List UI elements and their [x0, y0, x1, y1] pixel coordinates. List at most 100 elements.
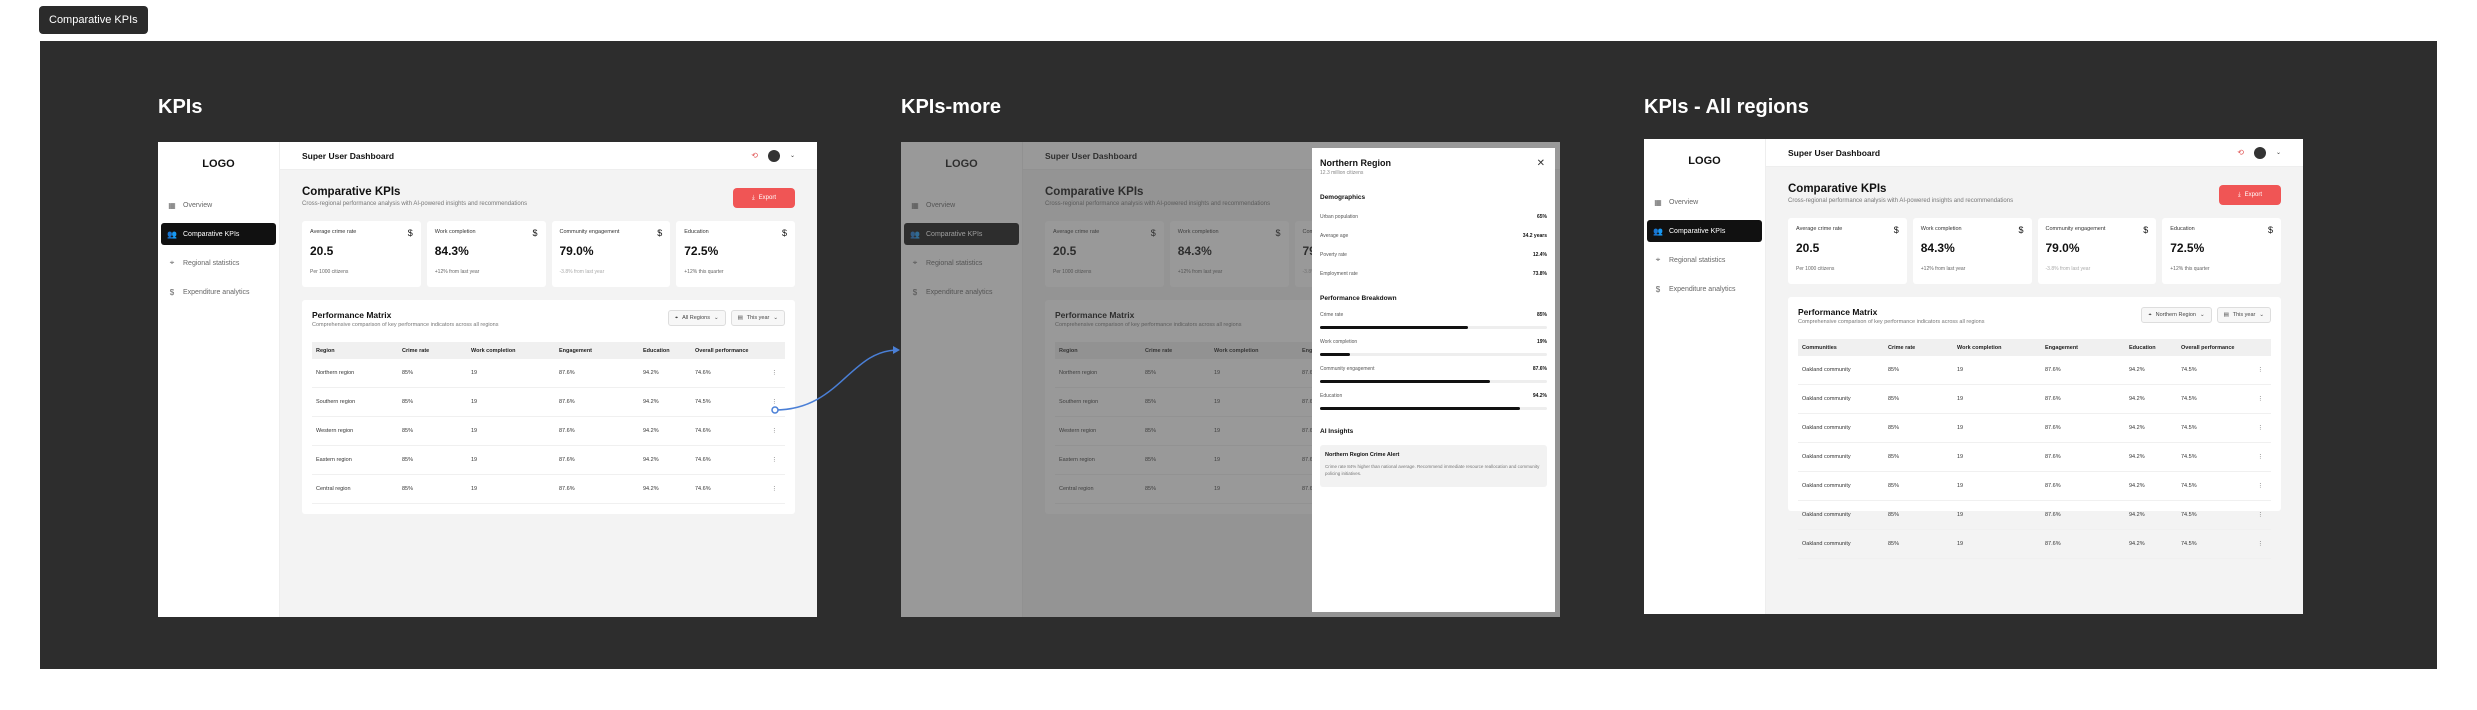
more-options-icon[interactable]: ⋮: [2249, 425, 2271, 431]
table-cell: 87.6%: [559, 428, 575, 434]
kpi-label: Work completion: [434, 229, 476, 235]
chevron-down-icon[interactable]: ⌄: [790, 152, 795, 159]
more-options-icon[interactable]: ⋮: [2249, 396, 2271, 402]
sidebar-item[interactable]: ▦ Overview: [1647, 191, 1762, 213]
column-header[interactable]: Education: [2125, 345, 2177, 351]
export-label: Export: [2244, 192, 2262, 198]
sidebar-item[interactable]: ⌖ Regional statistics: [161, 252, 276, 274]
column-header[interactable]: Crime rate: [398, 348, 467, 354]
column-header[interactable]: Region: [312, 348, 398, 354]
more-options-icon[interactable]: ⋮: [763, 457, 785, 463]
table-cell: Oakland community: [1802, 425, 1851, 431]
table-cell: 94.2%: [643, 370, 659, 376]
period-filter[interactable]: ▤ This year ⌄: [2216, 307, 2271, 323]
more-options-icon[interactable]: ⋮: [2249, 541, 2271, 547]
table-cell: 74.5%: [2181, 483, 2197, 489]
dollar-icon: $: [657, 228, 663, 238]
period-filter[interactable]: ▤ This year ⌄: [730, 310, 785, 326]
more-options-icon[interactable]: ⋮: [2249, 512, 2271, 518]
table-row[interactable]: Western region 85% 19 87.6% 94.2% 74.6% ⋮: [312, 417, 785, 446]
column-header[interactable]: Communities: [1798, 345, 1884, 351]
table-row[interactable]: Southern region 85% 19 87.6% 94.2% 74.5% ⋮: [312, 388, 785, 417]
sidebar-item-label: Overview: [183, 201, 213, 209]
dollar-icon: $: [2018, 225, 2024, 235]
column-header[interactable]: Engagement: [2041, 345, 2125, 351]
export-label: Export: [758, 195, 776, 201]
column-header[interactable]: Crime rate: [1884, 345, 1953, 351]
table-cell: 94.2%: [643, 486, 659, 492]
table-row[interactable]: Northern region 85% 19 87.6% 94.2% 74.6% ⋮: [312, 359, 785, 388]
column-header[interactable]: Engagement: [555, 348, 639, 354]
avatar[interactable]: [767, 149, 780, 162]
bell-icon[interactable]: ⟲: [751, 151, 758, 160]
performance-matrix: Performance Matrix Comprehensive compari…: [302, 300, 795, 514]
page-tag[interactable]: Comparative KPIs: [39, 6, 148, 34]
period-filter-value: This year: [746, 315, 770, 321]
more-options-icon[interactable]: ⋮: [763, 370, 785, 376]
table-cell: 19: [471, 370, 478, 376]
main-area: Super User Dashboard ⟲ ⌄ Comparative KPI…: [1766, 139, 2303, 614]
sidebar-item[interactable]: 👥 Comparative KPIs: [1647, 220, 1762, 242]
table-cell: 85%: [1888, 541, 1900, 547]
demographic-label: Employment rate: [1320, 271, 1358, 277]
column-header[interactable]: Education: [639, 348, 691, 354]
table-cell: 87.6%: [559, 370, 575, 376]
table-cell: 74.5%: [695, 399, 711, 405]
table-row[interactable]: Oakland community 85% 19 87.6% 94.2% 74.5% ⋮: [1798, 472, 2271, 501]
table-row[interactable]: Oakland community 85% 19 87.6% 94.2% 74.5% ⋮: [1798, 385, 2271, 414]
sidebar-item[interactable]: $ Expenditure analytics: [1647, 278, 1762, 300]
more-options-icon[interactable]: ⋮: [763, 428, 785, 434]
table-cell: 19: [1957, 367, 1964, 373]
export-button[interactable]: ⤓ Export: [733, 188, 795, 208]
more-options-icon[interactable]: ⋮: [763, 486, 785, 492]
table-cell: 74.5%: [2181, 396, 2197, 402]
more-options-icon[interactable]: ⋮: [763, 399, 785, 405]
table-row[interactable]: Oakland community 85% 19 87.6% 94.2% 74.5% ⋮: [1798, 356, 2271, 385]
export-button[interactable]: ⤓ Export: [2219, 185, 2281, 205]
topbar-title: Super User Dashboard: [302, 150, 395, 161]
more-options-icon[interactable]: ⋮: [2249, 367, 2271, 373]
column-header[interactable]: Work completion: [467, 348, 555, 354]
table-row[interactable]: Oakland community 85% 19 87.6% 94.2% 74.5% ⋮: [1798, 530, 2271, 559]
region-filter[interactable]: ⌖ Northern Region ⌄: [2141, 307, 2212, 323]
table-row[interactable]: Eastern region 85% 19 87.6% 94.2% 74.6% ⋮: [312, 446, 785, 475]
table-cell: Oakland community: [1802, 396, 1851, 402]
column-header[interactable]: Overall performance: [2177, 345, 2249, 351]
table-cell: 87.6%: [2045, 512, 2061, 518]
progress-track: [1320, 380, 1547, 383]
table-row[interactable]: Oakland community 85% 19 87.6% 94.2% 74.5% ⋮: [1798, 501, 2271, 530]
kpi-label: Work completion: [1920, 226, 1962, 232]
column-header[interactable]: Overall performance: [691, 348, 763, 354]
region-filter[interactable]: ⌖ All Regions ⌄: [668, 310, 726, 326]
breakdown-value: 19%: [1536, 339, 1547, 345]
progress-fill: [1320, 407, 1520, 410]
page-subtitle: Cross-regional performance analysis with…: [1788, 198, 2014, 204]
sidebar-item[interactable]: ▦ Overview: [161, 194, 276, 216]
table-cell: Eastern region: [316, 457, 352, 463]
sidebar-item[interactable]: $ Expenditure analytics: [161, 281, 276, 303]
sidebar-item[interactable]: 👥 Comparative KPIs: [161, 223, 276, 245]
table-row[interactable]: Central region 85% 19 87.6% 94.2% 74.6% ⋮: [312, 475, 785, 504]
table-cell: 19: [471, 399, 478, 405]
dollar-icon: $: [532, 228, 538, 238]
more-options-icon[interactable]: ⋮: [2249, 483, 2271, 489]
insight-card[interactable]: Northern Region Crime Alert Crime rate 8…: [1320, 445, 1547, 487]
kpi-value: 72.5%: [2170, 241, 2205, 255]
kpi-card: Education $ 72.5% +12% this quarter: [2162, 218, 2281, 284]
table-row[interactable]: Oakland community 85% 19 87.6% 94.2% 74.5% ⋮: [1798, 414, 2271, 443]
column-header[interactable]: Work completion: [1953, 345, 2041, 351]
avatar[interactable]: [2253, 146, 2266, 159]
kpi-row: Average crime rate $ 20.5 Per 1000 citiz…: [302, 221, 795, 287]
table-cell: 94.2%: [2129, 425, 2145, 431]
kpi-footnote: -3.8% from last year: [2045, 266, 2091, 272]
close-icon[interactable]: ✕: [1537, 158, 1545, 169]
table-row[interactable]: Oakland community 85% 19 87.6% 94.2% 74.5% ⋮: [1798, 443, 2271, 472]
sidebar-item[interactable]: ⌖ Regional statistics: [1647, 249, 1762, 271]
more-options-icon[interactable]: ⋮: [2249, 454, 2271, 460]
table-cell: Oakland community: [1802, 454, 1851, 460]
table-cell: Central region: [316, 486, 351, 492]
bell-icon[interactable]: ⟲: [2237, 148, 2244, 157]
chevron-down-icon[interactable]: ⌄: [2276, 149, 2281, 156]
breakdown-value: 85%: [1536, 312, 1547, 318]
table-cell: 87.6%: [559, 399, 575, 405]
